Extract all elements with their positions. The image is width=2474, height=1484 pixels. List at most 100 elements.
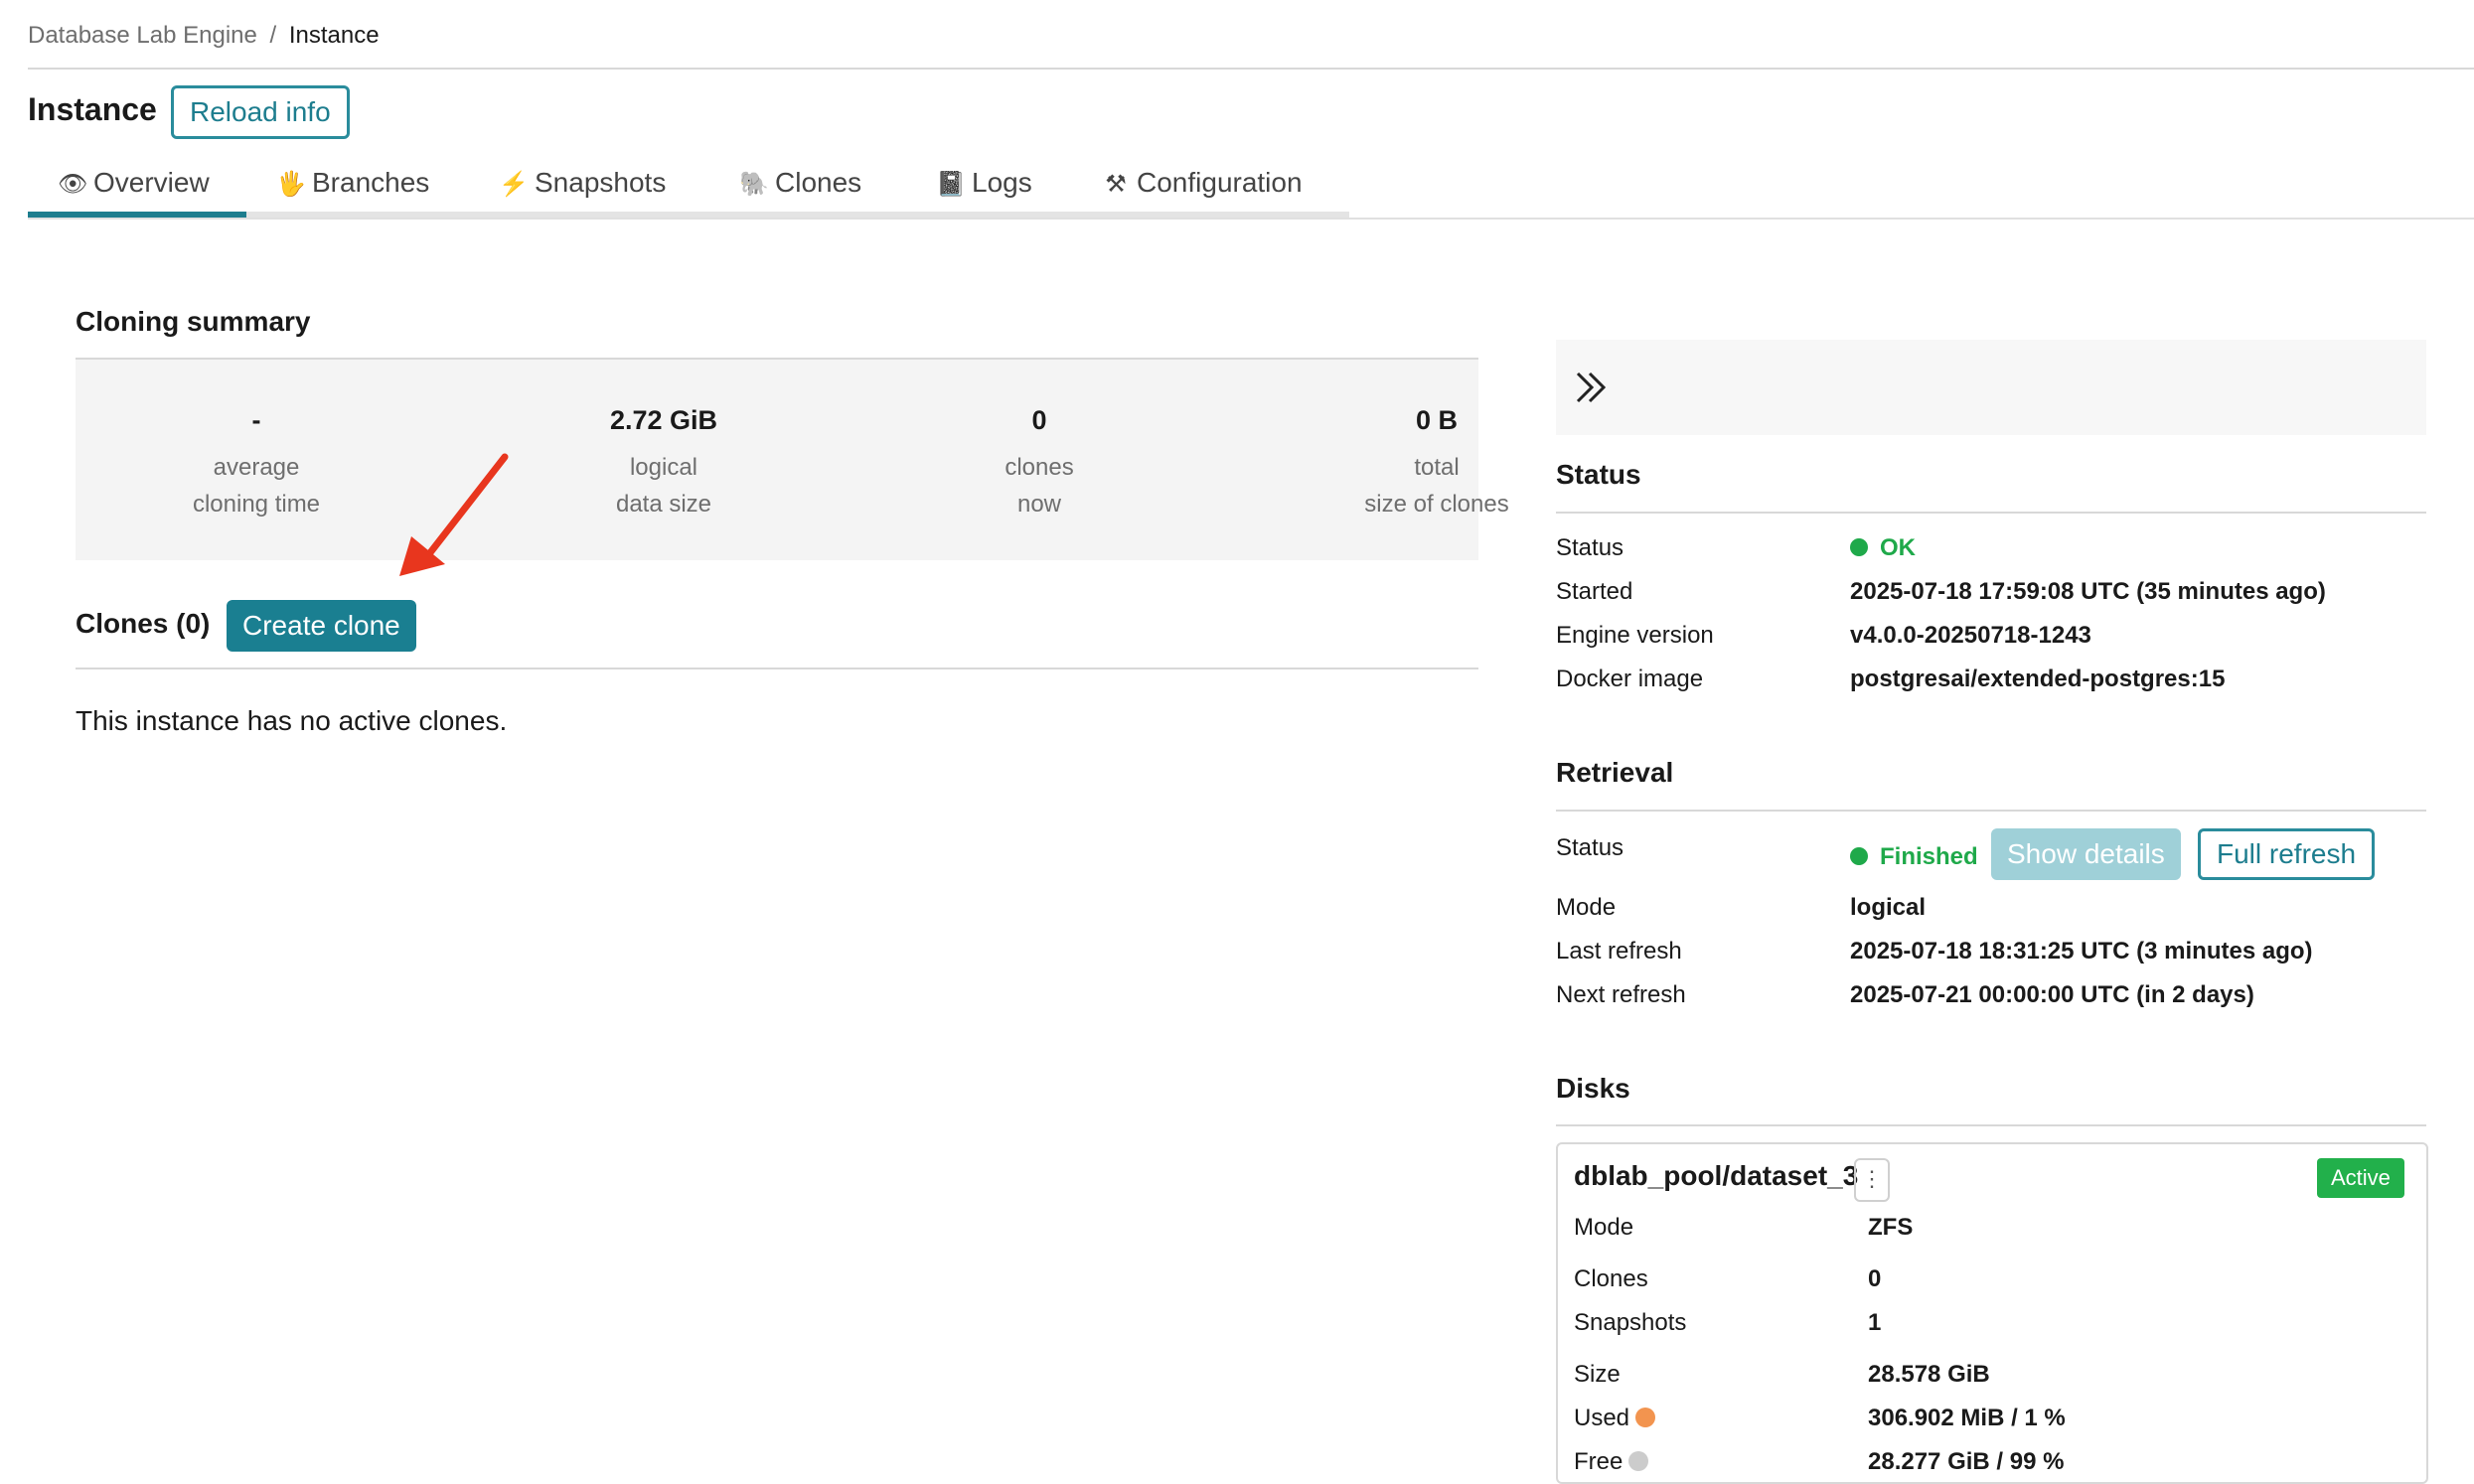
stat-clones-now: 0 clones now	[890, 403, 1188, 522]
disk-free-value: 28.277 GiB / 99 %	[1868, 1448, 2065, 1475]
notebook-icon: 📓	[936, 171, 966, 198]
stat-label-line: clones	[1005, 454, 1074, 481]
status-docker-image-value: postgresai/extended-postgres:15	[1850, 666, 2226, 692]
retrieval-mode-key: Mode	[1556, 894, 1617, 921]
stat-label-line: total	[1414, 454, 1460, 481]
disks-divider	[1556, 1124, 2426, 1126]
status-ok-dot-icon	[1850, 537, 1868, 556]
disks-title: Disks	[1556, 1073, 1630, 1104]
breadcrumb-separator: /	[269, 22, 277, 49]
cloning-summary-title: Cloning summary	[76, 306, 311, 337]
stat-value: 0 B	[1415, 405, 1459, 435]
tools-icon: ⚒	[1105, 171, 1127, 198]
eye-icon: 👁	[58, 171, 88, 198]
create-clone-button[interactable]: Create clone	[227, 600, 416, 652]
stat-label-line: data size	[615, 491, 712, 518]
free-dot-icon	[1628, 1450, 1649, 1471]
stat-label: average cloning time	[107, 449, 405, 522]
retrieval-finished-text: Finished	[1880, 843, 1978, 870]
cloning-summary-panel: - average cloning time 2.72 GiB logical …	[76, 360, 1509, 560]
stat-logical-data-size: 2.72 GiB logical data size	[515, 403, 813, 522]
disk-mode-key: Mode	[1574, 1214, 1634, 1241]
retrieval-status-key: Status	[1556, 834, 1624, 861]
tab-snapshots[interactable]: ⚡ Snapshots	[499, 149, 666, 219]
status-engine-version-key: Engine version	[1556, 622, 1714, 649]
status-ok-value: OK	[1850, 534, 1916, 562]
collapse-panel-bar	[1556, 340, 2426, 435]
disk-snapshots-value: 1	[1868, 1309, 1882, 1336]
status-divider	[1556, 512, 2426, 514]
header-divider	[28, 68, 2474, 70]
lightning-icon: ⚡	[499, 171, 529, 198]
disk-snapshots-key: Snapshots	[1574, 1309, 1687, 1336]
stat-label-line: size of clones	[1364, 491, 1509, 518]
page-title: Instance	[28, 91, 157, 127]
retrieval-next-refresh-value: 2025-07-21 00:00:00 UTC (in 2 days)	[1850, 981, 2254, 1008]
tab-label: Clones	[775, 167, 862, 198]
disk-clones-key: Clones	[1574, 1265, 1648, 1292]
status-ok-text: OK	[1880, 534, 1916, 561]
retrieval-divider	[1556, 810, 2426, 812]
status-engine-version-value: v4.0.0-20250718-1243	[1850, 622, 2091, 649]
retrieval-mode-value: logical	[1850, 894, 1927, 921]
annotation-arrow-icon	[399, 453, 509, 576]
no-clones-message: This instance has no active clones.	[76, 705, 508, 736]
disk-used-key: Used	[1574, 1405, 1667, 1432]
retrieval-title: Retrieval	[1556, 757, 1674, 788]
tab-branches[interactable]: 🖐 Branches	[276, 149, 429, 219]
breadcrumb-root-link[interactable]: Database Lab Engine	[28, 22, 257, 49]
disk-card: dblab_pool/dataset_3 ⋮ Active Mode ZFS C…	[1556, 1142, 2428, 1484]
show-details-button[interactable]: Show details	[1991, 828, 2181, 880]
status-started-key: Started	[1556, 578, 1633, 605]
tab-clones[interactable]: 🐘 Clones	[739, 149, 861, 219]
stat-label-line: cloning time	[192, 491, 321, 518]
elephant-icon: 🐘	[739, 171, 769, 198]
disk-clones-value: 0	[1868, 1265, 1882, 1292]
disk-used-label: Used	[1574, 1405, 1630, 1431]
disk-menu-kebab-icon[interactable]: ⋮	[1854, 1158, 1890, 1202]
tab-logs[interactable]: 📓 Logs	[936, 149, 1032, 219]
status-title: Status	[1556, 459, 1641, 490]
tab-label: Configuration	[1137, 167, 1303, 198]
reload-info-button[interactable]: Reload info	[171, 85, 350, 139]
tab-label: Snapshots	[535, 167, 667, 198]
retrieval-last-refresh-key: Last refresh	[1556, 938, 1682, 965]
disk-free-key: Free	[1574, 1448, 1660, 1476]
tab-configuration[interactable]: ⚒ Configuration	[1101, 149, 1303, 219]
retrieval-next-refresh-key: Next refresh	[1556, 981, 1686, 1008]
stat-total-size-of-clones: 0 B total size of clones	[1288, 403, 1586, 522]
retrieval-last-refresh-value: 2025-07-18 18:31:25 UTC (3 minutes ago)	[1850, 938, 2313, 965]
full-refresh-button[interactable]: Full refresh	[2198, 828, 2376, 880]
disk-status-badge: Active	[2317, 1158, 2404, 1198]
disk-name: dblab_pool/dataset_3	[1574, 1160, 1859, 1191]
used-dot-icon	[1635, 1407, 1656, 1427]
double-chevron-right-icon[interactable]	[1572, 368, 1612, 407]
stat-value: 2.72 GiB	[609, 405, 718, 435]
stat-label: clones now	[890, 449, 1188, 522]
stat-label-line: average	[213, 454, 300, 481]
stat-value: 0	[1031, 405, 1047, 435]
clones-divider	[76, 668, 1478, 669]
stat-label-line: logical	[629, 454, 698, 481]
tab-label: Overview	[93, 167, 210, 198]
disk-size-key: Size	[1574, 1361, 1621, 1388]
tab-label: Branches	[312, 167, 430, 198]
stat-value: -	[251, 405, 261, 435]
clones-title: Clones (0)	[76, 608, 211, 639]
breadcrumb: Database Lab Engine / Instance	[28, 22, 380, 50]
hand-icon: 🖐	[276, 171, 306, 198]
tab-label: Logs	[972, 167, 1032, 198]
stat-label: logical data size	[515, 449, 813, 522]
stat-label-line: now	[1016, 491, 1062, 518]
retrieval-finished-dot-icon	[1850, 846, 1868, 865]
disk-size-value: 28.578 GiB	[1868, 1361, 1990, 1388]
disk-mode-value: ZFS	[1868, 1214, 1914, 1241]
stat-label: total size of clones	[1288, 449, 1586, 522]
status-docker-image-key: Docker image	[1556, 666, 1704, 692]
tab-overview[interactable]: 👁 Overview	[58, 149, 210, 219]
disk-used-value: 306.902 MiB / 1 %	[1868, 1405, 2066, 1431]
stat-average-cloning-time: - average cloning time	[107, 403, 405, 522]
status-status-key: Status	[1556, 534, 1624, 561]
breadcrumb-current: Instance	[288, 22, 380, 49]
status-started-value: 2025-07-18 17:59:08 UTC (35 minutes ago)	[1850, 578, 2326, 605]
